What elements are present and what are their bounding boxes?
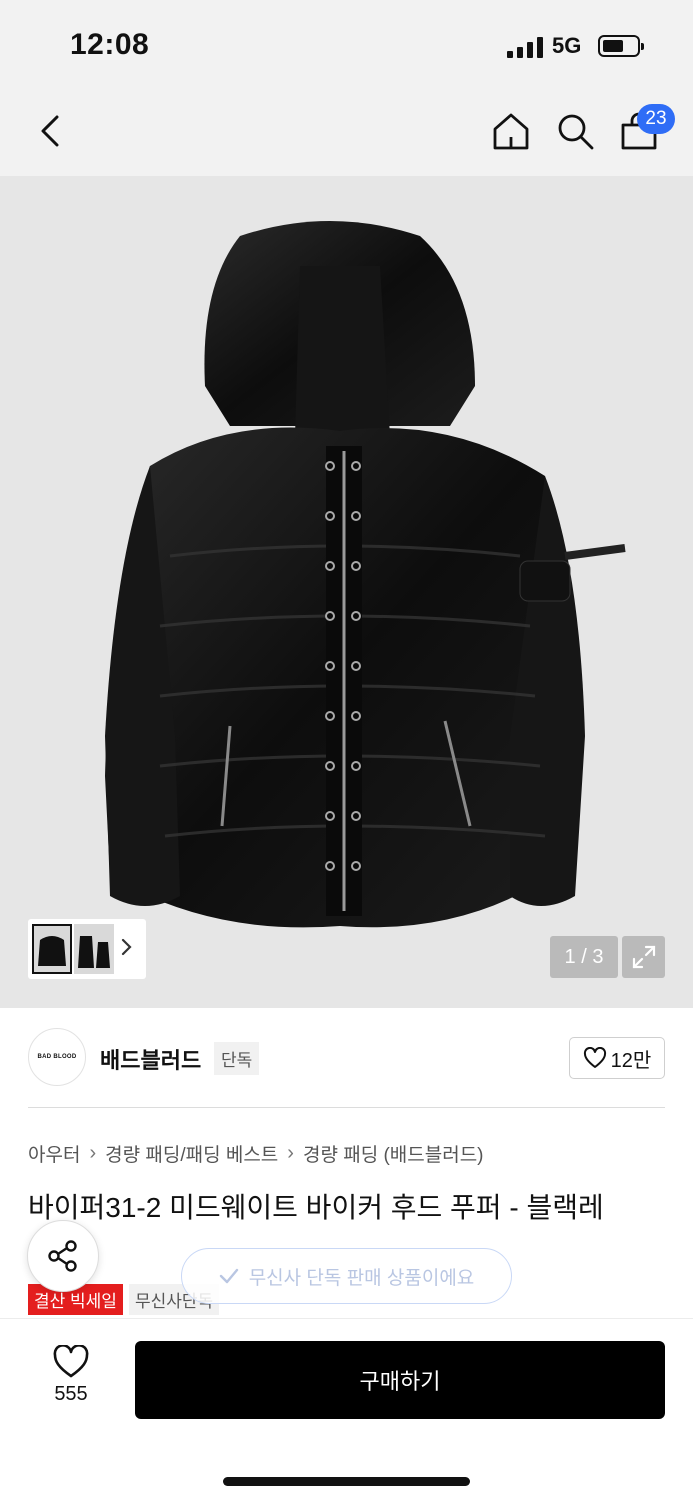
cart-count-badge: 23: [637, 104, 675, 134]
exclusive-notice-toast: 무신사 단독 판매 상품이에요: [181, 1248, 512, 1304]
breadcrumb: 아우터 › 경량 패딩/패딩 베스트 › 경량 패딩 (배드블러드): [28, 1140, 484, 1167]
thumbnail-1[interactable]: [32, 924, 72, 974]
top-nav: [0, 88, 693, 176]
back-icon[interactable]: [28, 108, 74, 154]
expand-icon[interactable]: [622, 936, 665, 978]
product-title: 바이퍼31-2 미드웨이트 바이커 후드 푸퍼 - 블랙레: [28, 1192, 604, 1223]
brand-logo[interactable]: BAD BLOOD: [28, 1028, 86, 1086]
chevron-right-icon[interactable]: [120, 937, 134, 962]
status-bar: 12:08 5G: [0, 0, 693, 88]
chevron-right-icon: ›: [287, 1142, 294, 1164]
product-image[interactable]: 1 / 3: [0, 176, 693, 1008]
brand-like-count: 12만: [610, 1049, 652, 1072]
home-icon[interactable]: [488, 108, 534, 154]
thumbnail-2[interactable]: [74, 924, 114, 974]
status-time: 12:08: [70, 28, 150, 61]
brand-exclusive-tag: 단독: [214, 1042, 260, 1075]
heart-icon: [583, 1047, 606, 1068]
search-icon[interactable]: [552, 108, 598, 154]
brand-row: BAD BLOOD 배드블러드 단독 12만: [28, 1026, 665, 1088]
signal-icon: [507, 36, 543, 58]
heart-icon: [53, 1345, 89, 1378]
chevron-right-icon: ›: [89, 1142, 97, 1164]
network-label: 5G: [552, 33, 582, 58]
share-button[interactable]: [27, 1220, 99, 1292]
jacket-illustration: [105, 221, 626, 928]
bottom-action-bar: 555 구매하기: [0, 1318, 693, 1500]
thumbnail-strip[interactable]: [28, 919, 146, 979]
buy-button[interactable]: 구매하기: [135, 1341, 665, 1419]
image-counter: 1 / 3: [550, 936, 618, 978]
breadcrumb-item[interactable]: 경량 패딩/패딩 베스트: [105, 1140, 278, 1167]
breadcrumb-item[interactable]: 아우터: [28, 1140, 80, 1167]
brand-like-button[interactable]: 12만: [569, 1037, 665, 1079]
share-icon: [48, 1240, 77, 1272]
home-indicator: [223, 1477, 470, 1486]
battery-icon: [598, 35, 644, 57]
exclusive-notice-text: 무신사 단독 판매 상품이에요: [248, 1267, 475, 1289]
check-icon: [219, 1268, 238, 1284]
divider: [28, 1107, 665, 1108]
wishlist-button[interactable]: 555: [30, 1345, 112, 1415]
brand-name[interactable]: 배드블러드: [100, 1043, 201, 1075]
breadcrumb-item[interactable]: 경량 패딩 (배드블러드): [303, 1140, 484, 1167]
wishlist-count: 555: [54, 1383, 88, 1405]
